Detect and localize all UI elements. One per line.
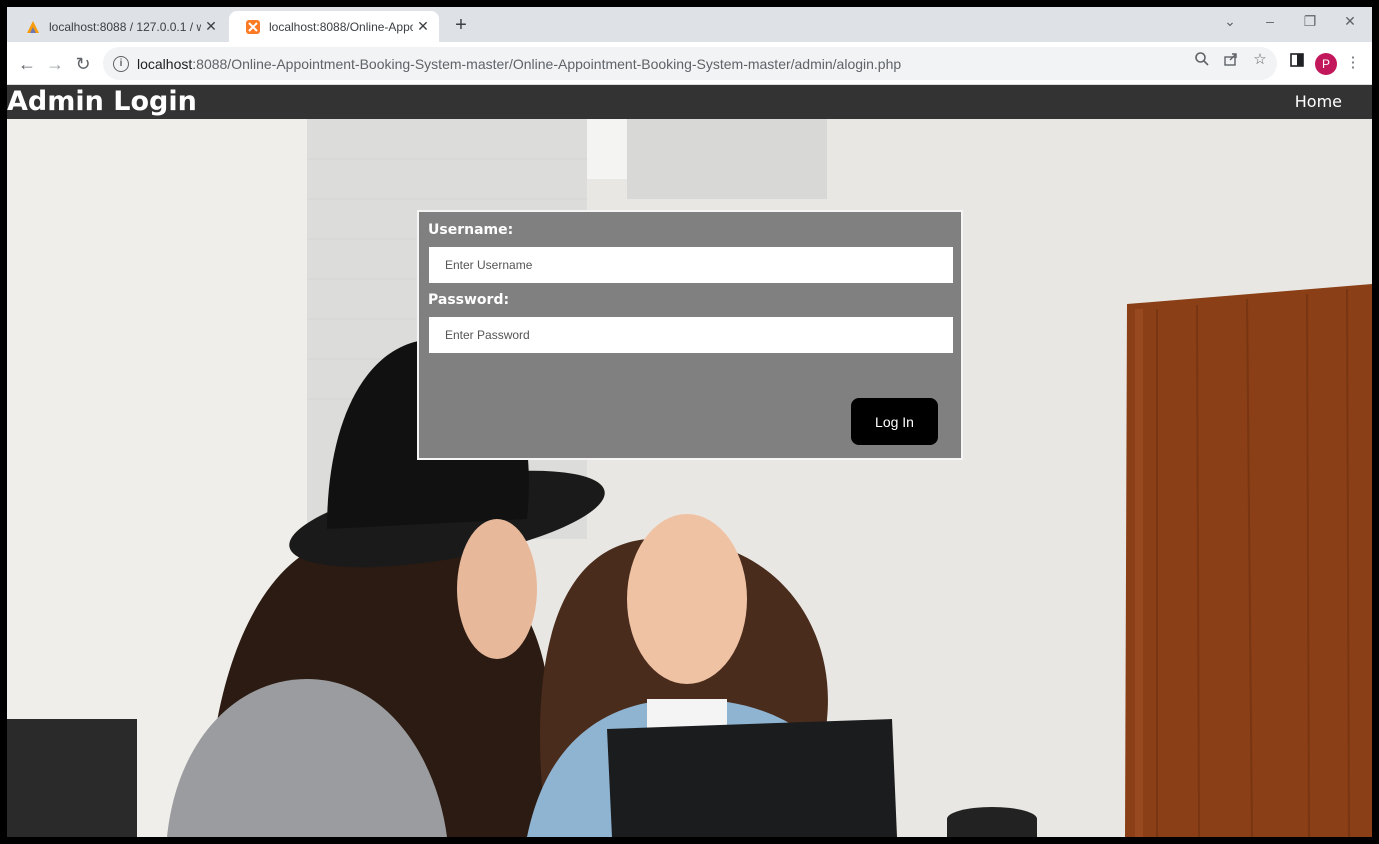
tab-title: localhost:8088 / 127.0.0.1 / wt_d [49, 19, 201, 34]
kebab-menu-icon[interactable]: ⋮ [1343, 53, 1363, 73]
username-input[interactable] [429, 247, 953, 283]
close-icon[interactable]: ✕ [201, 18, 221, 35]
site-info-icon[interactable]: i [113, 55, 129, 72]
tab-title: localhost:8088/Online-Appointm [269, 19, 413, 34]
window-close-icon[interactable]: ✕ [1335, 13, 1365, 35]
web-page: Admin Login Home Username: Enter Usernam… [7, 85, 1372, 837]
reload-icon[interactable]: ↻ [71, 52, 95, 76]
site-header: Admin Login Home [7, 85, 1372, 119]
side-panel-icon[interactable] [1287, 53, 1307, 73]
hero-background-image: Username: Password: Log In [7, 119, 1372, 837]
home-link[interactable]: Home [1295, 85, 1342, 119]
minimize-icon[interactable]: – [1255, 13, 1285, 35]
password-input[interactable] [429, 317, 953, 353]
address-toolbar: ← → ↻ i localhost:8088/Online-Appointmen… [7, 42, 1372, 85]
new-tab-button[interactable]: + [449, 13, 473, 37]
url-text[interactable]: localhost:8088/Online-Appointment-Bookin… [137, 56, 901, 72]
profile-avatar[interactable]: P [1315, 53, 1337, 75]
password-label: Password: [428, 292, 510, 308]
address-bar[interactable]: i localhost:8088/Online-Appointment-Book… [103, 47, 1277, 80]
restore-icon[interactable]: ❐ [1295, 13, 1325, 35]
tab-appointment-system[interactable]: localhost:8088/Online-Appointm ✕ [229, 11, 439, 42]
chevron-down-icon[interactable]: ⌄ [1215, 13, 1245, 35]
back-icon[interactable]: ← [15, 52, 39, 76]
username-label: Username: [428, 222, 514, 238]
login-form: Username: Password: Log In [417, 210, 963, 460]
forward-icon[interactable]: → [43, 52, 67, 76]
phpmyadmin-icon [25, 19, 41, 35]
zoom-icon[interactable] [1193, 51, 1211, 69]
browser-window: localhost:8088 / 127.0.0.1 / wt_d ✕ loca… [7, 7, 1372, 837]
login-button[interactable]: Log In [851, 398, 938, 445]
close-icon[interactable]: ✕ [413, 18, 433, 35]
share-icon[interactable] [1222, 51, 1240, 69]
tab-strip: localhost:8088 / 127.0.0.1 / wt_d ✕ loca… [7, 7, 1372, 42]
page-title: Admin Login [7, 86, 197, 117]
bookmark-star-icon[interactable]: ☆ [1251, 51, 1269, 69]
tab-phpmyadmin[interactable]: localhost:8088 / 127.0.0.1 / wt_d ✕ [9, 11, 227, 42]
xampp-icon [245, 19, 261, 35]
